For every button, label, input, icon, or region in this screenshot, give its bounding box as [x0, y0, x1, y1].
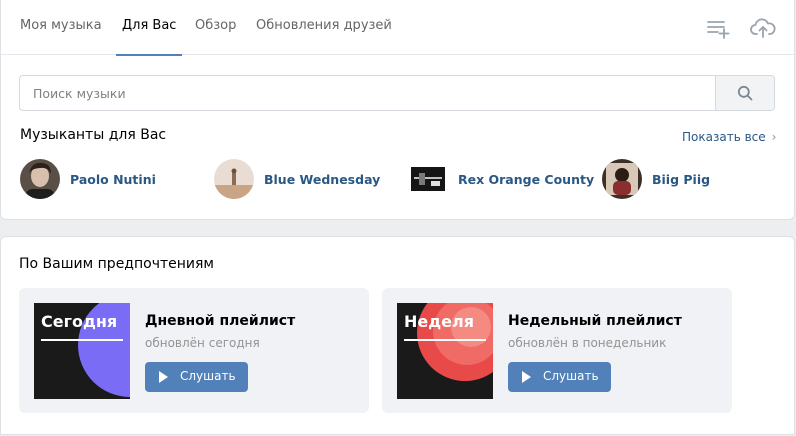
play-icon [159, 371, 168, 383]
playlist-title: Недельный плейлист [508, 313, 682, 329]
preferences-section-title: По Вашим предпочтениям [19, 256, 214, 272]
playlist-cover: Неделя [397, 303, 493, 399]
listen-button[interactable]: Слушать [508, 362, 611, 392]
tab-bar: Моя музыка Для Вас Обзор Обновления друз… [1, 0, 794, 56]
daily-playlist-card[interactable]: Сегодня Дневной плейлист обновлён сегодн… [19, 288, 369, 413]
artist-item[interactable]: Rex Orange County [408, 159, 594, 201]
artist-item[interactable]: Blue Wednesday [214, 159, 384, 201]
playlist-cover: Сегодня [34, 303, 130, 399]
weekly-playlist-card[interactable]: Неделя Недельный плейлист обновлён в пон… [382, 288, 732, 413]
listen-button[interactable]: Слушать [145, 362, 248, 392]
avatar [214, 159, 254, 199]
artist-item[interactable]: Paolo Nutini [20, 159, 180, 201]
artists-section-title: Музыканты для Вас [20, 127, 167, 143]
tab-overview[interactable]: Обзор [195, 0, 236, 55]
artist-item[interactable]: Biig Piig [602, 159, 732, 201]
cover-underline [41, 339, 123, 341]
show-all-label: Показать все [682, 130, 766, 144]
tab-for-you[interactable]: Для Вас [115, 0, 183, 56]
upload-icon[interactable] [749, 14, 777, 42]
search-input[interactable] [20, 76, 716, 110]
cover-label: Сегодня [41, 312, 118, 331]
avatar [411, 167, 445, 191]
playlist-title: Дневной плейлист [145, 313, 296, 329]
artist-name: Rex Orange County [458, 172, 595, 187]
cover-underline [404, 339, 486, 341]
chevron-right-icon: › [771, 130, 777, 144]
search-bar [19, 75, 775, 111]
playlist-subtitle: обновлён в понедельник [508, 336, 667, 350]
avatar [602, 159, 642, 199]
search-button[interactable] [715, 76, 774, 110]
avatar [20, 159, 60, 199]
cover-label: Неделя [404, 312, 475, 331]
tab-my-music[interactable]: Моя музыка [20, 0, 102, 55]
artist-name: Biig Piig [652, 172, 711, 187]
listen-button-label: Слушать [543, 369, 599, 383]
artist-name: Paolo Nutini [70, 172, 156, 187]
playlist-subtitle: обновлён сегодня [145, 336, 260, 350]
search-icon [737, 85, 753, 101]
top-panel: Моя музыка Для Вас Обзор Обновления друз… [0, 0, 795, 220]
play-icon [522, 371, 531, 383]
listen-button-label: Слушать [180, 369, 236, 383]
add-playlist-icon[interactable] [705, 14, 733, 42]
artist-name: Blue Wednesday [264, 172, 381, 187]
show-all-link[interactable]: Показать все › [682, 130, 776, 144]
tab-friends-updates[interactable]: Обновления друзей [256, 0, 392, 55]
